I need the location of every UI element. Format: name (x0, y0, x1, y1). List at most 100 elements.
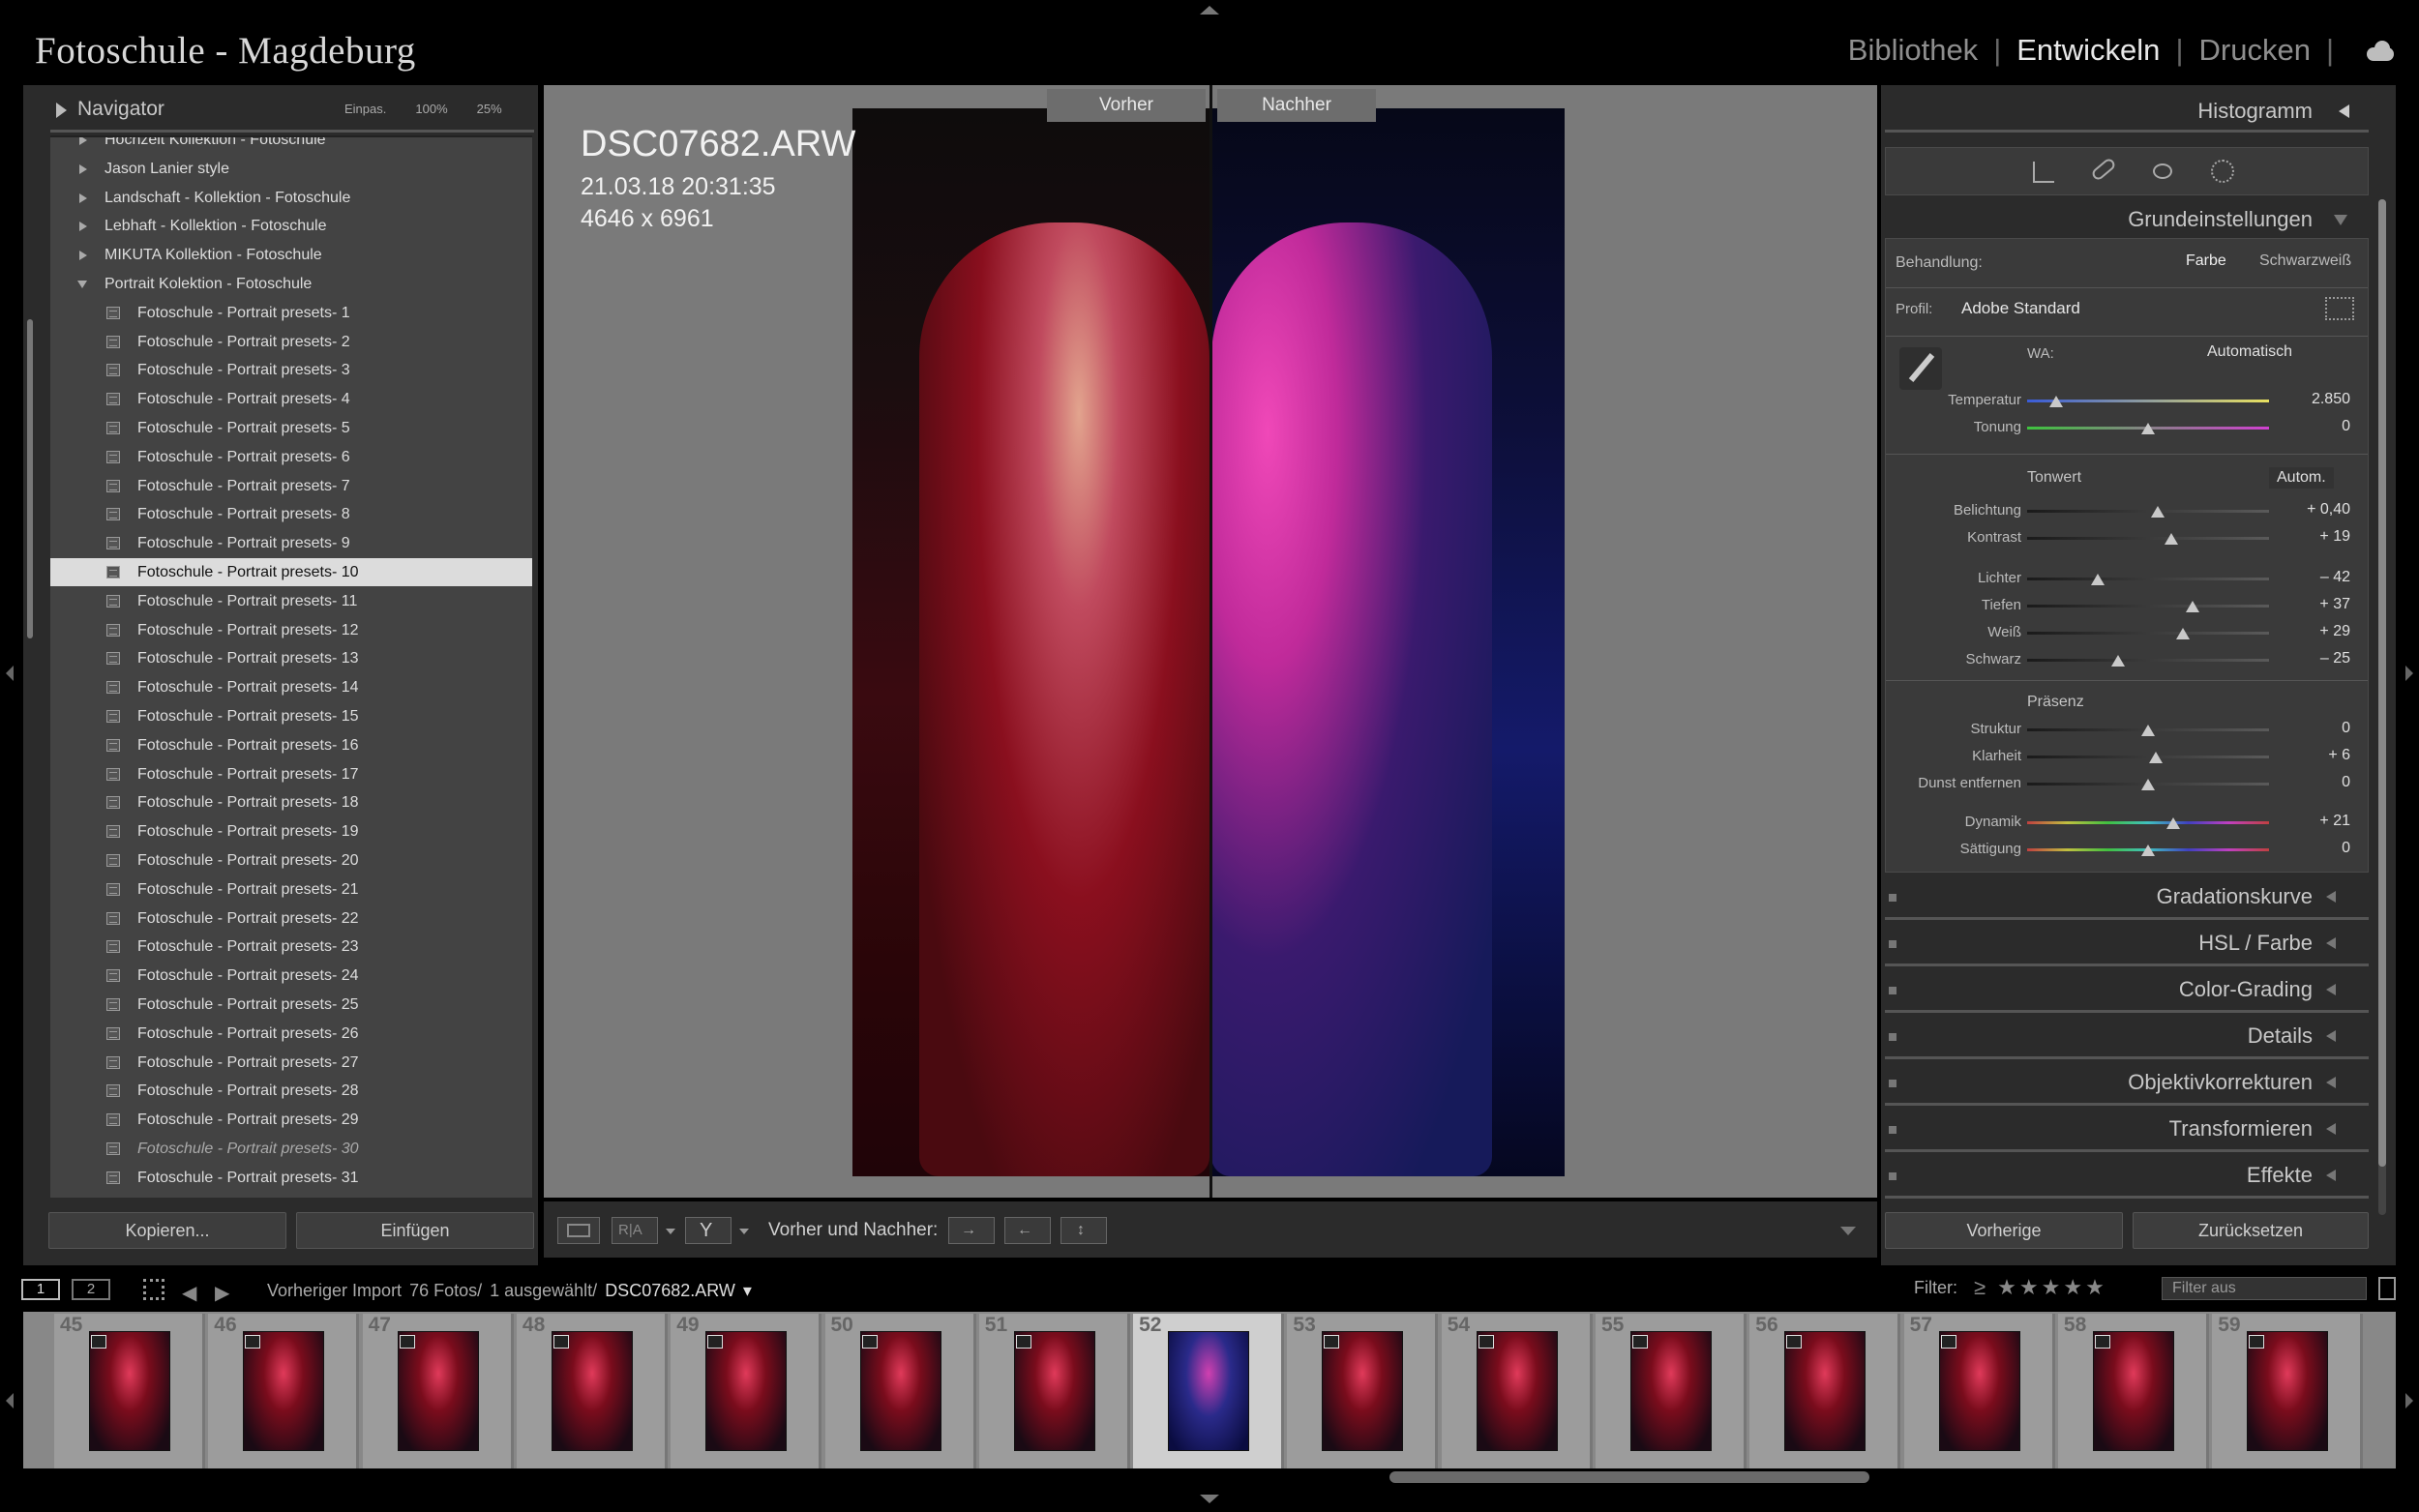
profile-browser-icon[interactable] (2325, 297, 2354, 320)
preset-item[interactable]: Fotoschule - Portrait presets- 14 (50, 673, 532, 701)
slider-thumb[interactable] (2110, 655, 2125, 667)
photo-thumbnail[interactable] (243, 1331, 325, 1451)
healing-icon[interactable] (2090, 157, 2117, 182)
panel-section-header[interactable]: Gradationskurve (1885, 880, 2369, 911)
preset-item[interactable]: Fotoschule - Portrait presets- 10 (50, 558, 532, 586)
left-panel-scrollbar[interactable] (27, 319, 33, 638)
preset-item[interactable]: Fotoschule - Portrait presets- 1 (50, 299, 532, 327)
window-1-button[interactable]: 1 (21, 1279, 60, 1300)
slider-thumb[interactable] (2151, 506, 2165, 518)
panel-toggle-icon[interactable] (1889, 1033, 1896, 1041)
view-dropdown-icon[interactable] (666, 1229, 675, 1234)
panel-expand-icon[interactable] (2326, 891, 2336, 903)
preset-item[interactable]: Fotoschule - Portrait presets- 12 (50, 616, 532, 644)
zoom-100[interactable]: 100% (415, 102, 447, 116)
slider-track[interactable] (2027, 400, 2269, 402)
profile-select[interactable]: Adobe Standard (1961, 299, 2080, 318)
slider-value[interactable]: + 0,40 (2292, 501, 2350, 519)
preset-folder[interactable]: Hochzeit Kollektion - Fotoschule (50, 137, 532, 154)
preset-item[interactable]: Fotoschule - Portrait presets- 27 (50, 1049, 532, 1077)
swap-before-after-button[interactable]: ↕ (1060, 1217, 1107, 1244)
paste-settings-button[interactable]: Einfügen (296, 1212, 534, 1249)
slider-value[interactable]: – 42 (2292, 569, 2350, 586)
preset-item[interactable]: Fotoschule - Portrait presets- 28 (50, 1077, 532, 1105)
slider-track[interactable] (2027, 510, 2269, 513)
preset-item[interactable]: Fotoschule - Portrait presets- 21 (50, 875, 532, 904)
loupe-view-button[interactable] (557, 1217, 600, 1244)
preset-item[interactable]: Fotoschule - Portrait presets- 2 (50, 328, 532, 356)
panel-expand-icon[interactable] (2326, 937, 2336, 949)
preset-item[interactable]: Fotoschule - Portrait presets- 6 (50, 443, 532, 471)
preset-item[interactable]: Fotoschule - Portrait presets- 17 (50, 760, 532, 788)
filmstrip-cell[interactable]: 56 (1749, 1314, 1901, 1468)
filmstrip-cell[interactable]: 52 (1133, 1314, 1285, 1468)
slider-value[interactable]: + 37 (2292, 596, 2350, 613)
slider-track[interactable] (2027, 632, 2269, 635)
slider-value[interactable]: + 6 (2292, 747, 2350, 764)
preset-folder[interactable]: MIKUTA Kollektion - Fotoschule (50, 241, 532, 269)
slider-track[interactable] (2027, 578, 2269, 580)
filmstrip-cell[interactable]: 46 (208, 1314, 360, 1468)
slider-thumb[interactable] (2090, 574, 2105, 585)
folder-expand-icon[interactable] (79, 251, 87, 261)
panel-section-header[interactable]: Objektivkorrekturen (1885, 1066, 2369, 1097)
preset-folder[interactable]: Portrait Kolektion - Fotoschule (50, 270, 532, 298)
photo-thumbnail[interactable] (1322, 1331, 1404, 1451)
slider-thumb[interactable] (2141, 779, 2155, 790)
panel-section-header[interactable]: Transformieren (1885, 1112, 2369, 1143)
panel-toggle-icon[interactable] (1889, 940, 1896, 948)
panel-expand-icon[interactable] (2326, 1170, 2336, 1181)
toolbar-content-dropdown-icon[interactable] (1840, 1227, 1856, 1235)
panel-toggle-icon[interactable] (1889, 1126, 1896, 1134)
preset-item[interactable]: Fotoschule - Portrait presets- 13 (50, 644, 532, 672)
copy-settings-button[interactable]: Kopieren... (48, 1212, 286, 1249)
cloud-icon[interactable] (2363, 40, 2398, 61)
preset-folder[interactable]: Landschaft - Kollektion - Fotoschule (50, 184, 532, 212)
slider-thumb[interactable] (2164, 533, 2178, 545)
preset-item[interactable]: Fotoschule - Portrait presets- 26 (50, 1020, 532, 1048)
window-2-button[interactable]: 2 (72, 1279, 110, 1300)
slider-value[interactable]: 0 (2292, 720, 2350, 737)
red-eye-icon[interactable] (2153, 163, 2172, 179)
soft-proof-view-button[interactable]: Y (685, 1217, 732, 1244)
panel-expand-icon[interactable] (2326, 1123, 2336, 1135)
slider-track[interactable] (2027, 537, 2269, 540)
panel-section-header[interactable]: Effekte (1885, 1159, 2369, 1190)
panel-toggle-icon[interactable] (1889, 987, 1896, 994)
auto-tone-button[interactable]: Autom. (2269, 467, 2334, 489)
zoom-25[interactable]: 25% (477, 102, 502, 116)
crop-icon[interactable] (2033, 162, 2054, 183)
photo-thumbnail[interactable] (859, 1331, 941, 1451)
film-left-arrow-icon[interactable] (6, 1393, 14, 1408)
preset-item[interactable]: Fotoschule - Portrait presets- 25 (50, 991, 532, 1019)
panel-section-header[interactable]: Color-Grading (1885, 973, 2369, 1004)
filter-lock-icon[interactable] (2378, 1277, 2396, 1300)
preset-item[interactable]: Fotoschule - Portrait presets- 5 (50, 414, 532, 442)
reset-button[interactable]: Zurücksetzen (2133, 1212, 2369, 1249)
filmstrip-scrollbar[interactable] (1389, 1471, 1869, 1483)
filmstrip-cell[interactable]: 58 (2057, 1314, 2209, 1468)
wb-select[interactable]: Automatisch (2207, 343, 2292, 361)
preset-item[interactable]: Fotoschule - Portrait presets- 3 (50, 356, 532, 384)
panel-expand-icon[interactable] (2326, 1077, 2336, 1088)
mode-dropdown-icon[interactable] (739, 1229, 749, 1234)
preset-item[interactable]: Fotoschule - Portrait presets- 18 (50, 788, 532, 816)
preset-item[interactable]: Fotoschule - Portrait presets- 11 (50, 587, 532, 615)
treatment-bw[interactable]: Schwarzweiß (2259, 252, 2351, 270)
photo-thumbnail[interactable] (1938, 1331, 2020, 1451)
basic-header[interactable]: Grundeinstellungen (1885, 203, 2369, 234)
photo-thumbnail[interactable] (1476, 1331, 1558, 1451)
panel-toggle-icon[interactable] (1889, 1080, 1896, 1087)
back-arrow-icon[interactable]: ◀ (182, 1281, 196, 1305)
module-library[interactable]: Bibliothek (1848, 33, 1978, 68)
slider-track[interactable] (2027, 605, 2269, 608)
forward-arrow-icon[interactable]: ▶ (215, 1281, 229, 1305)
slider-value[interactable]: + 21 (2292, 813, 2350, 830)
preset-item[interactable]: Fotoschule - Portrait presets- 30 (50, 1135, 532, 1163)
filmstrip-cell[interactable]: 55 (1596, 1314, 1747, 1468)
folder-expand-icon[interactable] (79, 163, 87, 174)
source-label[interactable]: Vorheriger Import (267, 1281, 402, 1301)
treatment-color[interactable]: Farbe (2186, 252, 2226, 270)
slider-thumb[interactable] (2141, 845, 2155, 856)
slider-value[interactable]: 2.850 (2292, 391, 2350, 408)
